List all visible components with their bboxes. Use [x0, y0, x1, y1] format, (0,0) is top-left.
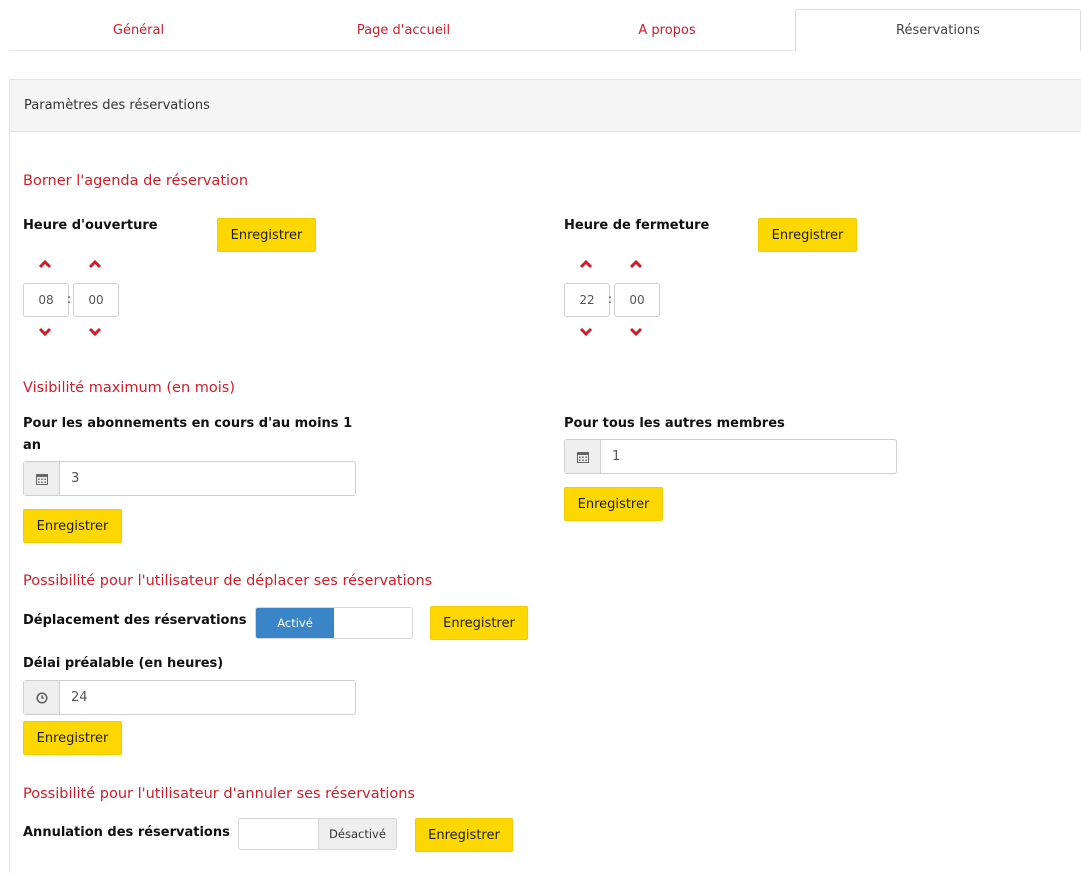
subscriptions-label-line1: Pour les abonnements en cours d'au moins… [23, 416, 353, 431]
section-title-move: Possibilité pour l'utilisateur de déplac… [23, 573, 433, 589]
clock-icon [24, 681, 60, 714]
increment-minutes-icon[interactable] [88, 259, 102, 269]
decrement-minutes-icon[interactable] [88, 327, 102, 337]
calendar-icon [24, 462, 60, 495]
save-others-visibility-button[interactable]: Enregistrer [564, 487, 663, 521]
closing-hour-label: Heure de fermeture [564, 218, 710, 233]
increment-hours-icon[interactable] [579, 259, 593, 269]
decrement-minutes-icon[interactable] [629, 327, 643, 337]
closing-hours-input[interactable]: 22 [564, 283, 610, 317]
save-subscriptions-visibility-button[interactable]: Enregistrer [23, 509, 122, 543]
save-move-button[interactable]: Enregistrer [430, 606, 528, 640]
save-delay-button[interactable]: Enregistrer [23, 721, 122, 755]
decrement-hours-icon[interactable] [579, 327, 593, 337]
others-months-field[interactable]: 1 [564, 439, 897, 474]
save-closing-button[interactable]: Enregistrer [758, 218, 857, 252]
cancel-label: Annulation des réservations [23, 825, 230, 840]
increment-minutes-icon[interactable] [629, 259, 643, 269]
toggle-off-label: Désactivé [318, 819, 396, 849]
increment-hours-icon[interactable] [38, 259, 52, 269]
subscriptions-months-input[interactable]: 3 [60, 462, 355, 495]
section-title-cancel: Possibilité pour l'utilisateur d'annuler… [23, 786, 415, 802]
tab-general[interactable]: Général [9, 9, 268, 51]
tab-label: Page d'accueil [356, 22, 451, 38]
time-separator: : [608, 292, 613, 306]
toggle-off-area [334, 608, 412, 638]
subscriptions-label-line2: an [23, 438, 42, 453]
subscriptions-months-field[interactable]: 3 [23, 461, 356, 496]
move-label: Déplacement des réservations [23, 613, 247, 628]
toggle-on-area [239, 819, 318, 849]
tab-bar: Général Page d'accueil A propos Réservat… [9, 9, 1081, 51]
decrement-hours-icon[interactable] [38, 327, 52, 337]
cancel-toggle[interactable]: Désactivé [238, 818, 397, 850]
others-months-input[interactable]: 1 [601, 440, 896, 473]
opening-hour-label: Heure d'ouverture [23, 218, 158, 233]
section-title-agenda: Borner l'agenda de réservation [23, 173, 249, 189]
tab-homepage[interactable]: Page d'accueil [268, 9, 539, 51]
delay-field[interactable]: 24 [23, 680, 356, 715]
tab-about[interactable]: A propos [539, 9, 795, 51]
opening-minutes-input[interactable]: 00 [73, 283, 119, 317]
tab-reservations[interactable]: Réservations [795, 9, 1081, 51]
time-separator: : [67, 292, 72, 306]
others-label: Pour tous les autres membres [564, 416, 785, 431]
tab-label: A propos [638, 22, 696, 38]
subscriptions-label: Pour les abonnements en cours d'au moins… [23, 413, 363, 457]
tab-label: Général [112, 22, 165, 38]
closing-minutes-input[interactable]: 00 [614, 283, 660, 317]
tab-divider [9, 50, 268, 51]
move-toggle[interactable]: Activé [255, 607, 413, 639]
tab-divider [268, 50, 539, 51]
delay-input[interactable]: 24 [60, 681, 355, 714]
tab-divider [539, 50, 795, 51]
save-opening-button[interactable]: Enregistrer [217, 218, 316, 252]
tab-label: Réservations [896, 23, 980, 38]
section-title-visibility: Visibilité maximum (en mois) [23, 380, 235, 396]
save-cancel-button[interactable]: Enregistrer [415, 818, 513, 852]
opening-hours-input[interactable]: 08 [23, 283, 69, 317]
calendar-icon [565, 440, 601, 473]
delay-label: Délai préalable (en heures) [23, 656, 224, 671]
panel-heading: Paramètres des réservations [10, 80, 1081, 132]
panel-title: Paramètres des réservations [24, 98, 210, 113]
toggle-on-label: Activé [256, 608, 334, 638]
